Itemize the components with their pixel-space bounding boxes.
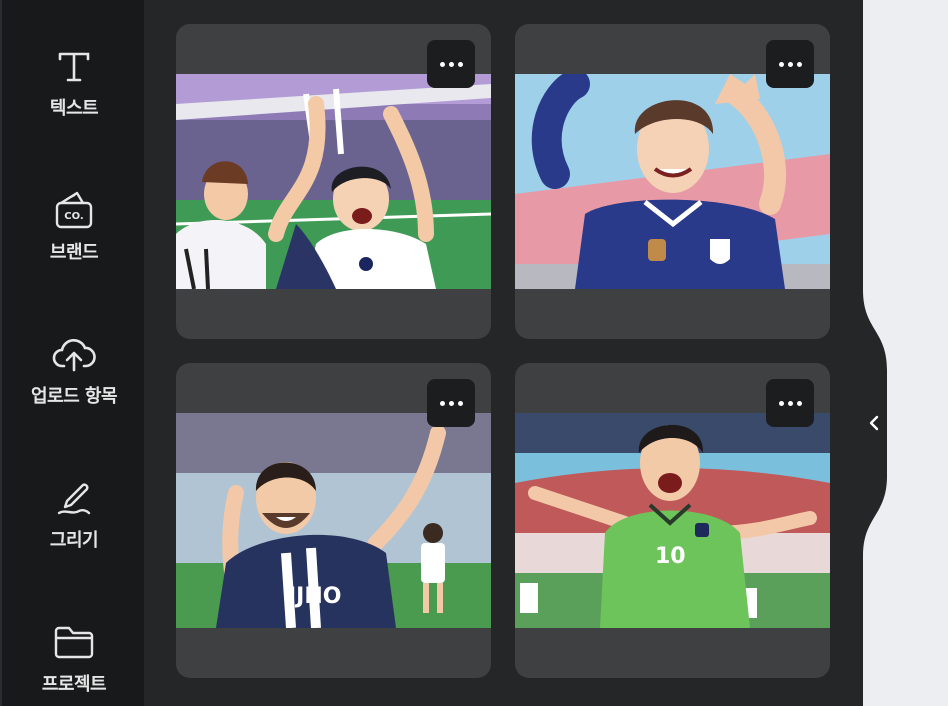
football-celebration-image: 10: [515, 413, 830, 628]
sidebar-item-text[interactable]: 텍스트: [2, 44, 146, 144]
more-icon: [778, 400, 784, 406]
more-options-button[interactable]: [766, 40, 814, 88]
brand-icon: CO.: [52, 188, 96, 232]
text-icon: [52, 44, 96, 88]
football-celebration-image: [176, 74, 491, 289]
content-panel: IJHO 10: [144, 0, 863, 706]
sidebar-item-brand[interactable]: CO. 브랜드: [2, 188, 146, 288]
more-icon: [439, 400, 445, 406]
sidebar-item-label: 브랜드: [49, 242, 99, 263]
chevron-left-icon[interactable]: [864, 410, 884, 436]
sidebar-item-label: 텍스트: [49, 98, 99, 119]
more-options-button[interactable]: [766, 379, 814, 427]
sidebar-item-label: 업로드 항목: [30, 386, 118, 407]
sidebar-item-label: 그리기: [49, 530, 99, 551]
sidebar-item-draw[interactable]: 그리기: [2, 476, 146, 576]
sidebar-item-projects[interactable]: 프로젝트: [2, 620, 146, 706]
svg-text:10: 10: [655, 544, 686, 569]
more-icon: [439, 61, 445, 67]
draw-icon: [52, 476, 96, 520]
more-options-button[interactable]: [427, 40, 475, 88]
image-card[interactable]: IJHO: [176, 363, 491, 678]
sidebar-item-uploads[interactable]: 업로드 항목: [2, 332, 146, 432]
sidebar-item-label: 프로젝트: [41, 674, 107, 695]
more-options-button[interactable]: [427, 379, 475, 427]
svg-text:IJHO: IJHO: [288, 584, 342, 609]
more-icon: [778, 61, 784, 67]
left-sidebar: 텍스트 CO. 브랜드 업로드 항목 그리기 프로젝트: [0, 0, 144, 706]
folder-icon: [52, 620, 96, 664]
image-card[interactable]: [176, 24, 491, 339]
image-card[interactable]: 10: [515, 363, 830, 678]
svg-text:CO.: CO.: [64, 211, 83, 222]
football-celebration-image: [515, 74, 830, 289]
image-card[interactable]: [515, 24, 830, 339]
cloud-upload-icon: [52, 332, 96, 376]
football-celebration-image: IJHO: [176, 413, 491, 628]
